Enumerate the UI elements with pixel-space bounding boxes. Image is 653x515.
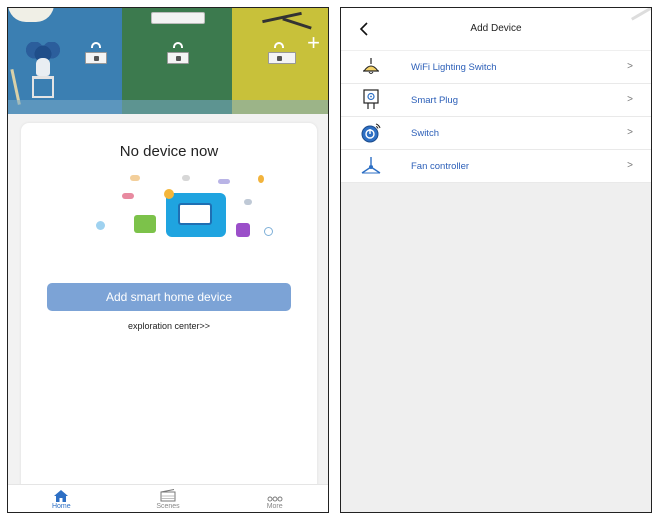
hero-banner: + [8,8,328,114]
wifi-icon [173,42,183,48]
gadget-illustration [244,199,252,205]
power-switch-icon [361,123,381,143]
scenes-icon [160,489,176,502]
add-device-screen: Add Device WiFi Lighting Switch > Smart … [340,7,652,513]
light-illustration [258,175,264,183]
navigation-bar: Add Device [341,8,651,50]
ceiling-fan-blade [282,17,312,30]
device-row-switch[interactable]: Switch > [341,117,651,150]
cloud-illustration [130,175,140,181]
ceiling-fan-icon [361,157,381,174]
stand-illustration [32,76,54,98]
floor-strip [232,100,328,114]
device-row-wifi-lighting-switch[interactable]: WiFi Lighting Switch > [341,51,651,84]
icon-container [357,155,385,177]
device-row-fan-controller[interactable]: Fan controller > [341,150,651,183]
page-title: Add Device [470,23,522,34]
tab-more[interactable]: More [221,485,328,512]
tab-scenes[interactable]: Scenes [115,485,222,512]
drop-sensor-illustration [96,221,105,230]
icon-container [357,122,385,144]
camera-illustration [264,227,273,236]
smart-devices-illustration [78,175,273,265]
hub-screen-illustration [178,203,212,225]
home-screen: + No device now Add smart home device ex… [7,7,329,513]
tab-scenes-label: Scenes [156,503,180,510]
device-type-list: WiFi Lighting Switch > Smart Plug > Swit… [341,51,651,183]
chevron-right-icon: > [627,160,633,171]
home-icon [54,490,69,502]
bulb-illustration [164,189,174,199]
wall-switch-illustration [268,52,296,64]
floor-strip [122,100,232,114]
wall-plug-illustration [167,52,189,64]
device-label: Switch [411,127,439,139]
hero-panel-fan-room: + [232,8,328,114]
vase-illustration [36,58,50,76]
ceiling-lamp-illustration [8,8,54,22]
device-label: Fan controller [411,160,470,172]
add-smart-home-device-button[interactable]: Add smart home device [47,283,291,311]
icon-container [357,89,385,111]
chevron-right-icon: > [627,127,633,138]
sensor-illustration [218,179,230,184]
more-icon [267,496,283,502]
remote-illustration [122,193,134,199]
floor-strip [8,100,122,114]
chevron-right-icon: > [627,94,633,105]
wall-switch-illustration [85,52,107,64]
empty-state-title: No device now [119,143,219,160]
ceiling-lamp-icon [363,58,379,74]
device-row-smart-plug[interactable]: Smart Plug > [341,84,651,117]
device-label: WiFi Lighting Switch [411,61,497,73]
purple-plug-illustration [236,223,250,237]
wifi-icon [274,42,284,48]
device-label: Smart Plug [411,94,458,106]
hero-panel-living-room [8,8,122,114]
tab-more-label: More [266,503,283,510]
bottom-tab-bar: Home Scenes More [8,484,328,512]
empty-state-card: No device now Add smart home device expl… [21,123,317,498]
exploration-center-link[interactable]: exploration center>> [21,321,317,331]
gadget-illustration [182,175,190,181]
green-switch-illustration [134,215,156,233]
tab-home[interactable]: Home [8,485,115,512]
add-device-plus-icon[interactable]: + [307,32,320,54]
corner-decoration [625,8,651,21]
hero-panel-bedroom [122,8,232,114]
chevron-right-icon: > [627,61,633,72]
wifi-icon [91,42,101,48]
air-conditioner-illustration [151,12,205,24]
smart-plug-icon [363,89,379,109]
icon-container [357,56,385,78]
tab-home-label: Home [51,503,71,510]
